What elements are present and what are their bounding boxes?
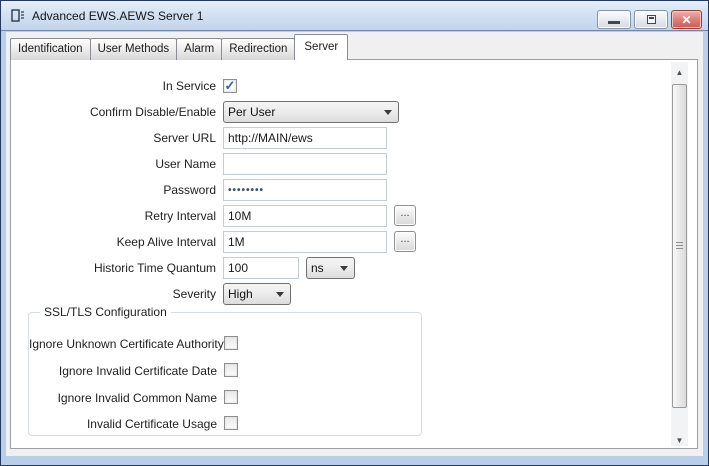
arrow-up-icon: ▲ <box>676 68 684 77</box>
keep-alive-interval-browse-button[interactable]: ... <box>394 231 416 252</box>
ignore-invalid-common-name-checkbox[interactable] <box>224 390 238 404</box>
arrow-down-icon: ▼ <box>676 436 684 445</box>
ignore-unknown-certificate-authority-checkbox[interactable] <box>224 336 238 350</box>
row-invalid-certificate-usage: Invalid Certificate Usage <box>29 416 421 432</box>
row-confirm-disable-enable: Confirm Disable/Enable Per User <box>11 101 697 123</box>
scrollbar-thumb[interactable] <box>672 84 687 408</box>
invalid-certificate-usage-label: Invalid Certificate Usage <box>29 416 217 432</box>
row-ignore-invalid-common-name: Ignore Invalid Common Name <box>29 390 421 406</box>
historic-time-quantum-input[interactable] <box>223 257 299 279</box>
severity-label: Severity <box>11 283 216 305</box>
app-icon <box>10 8 26 24</box>
ignore-unknown-certificate-authority-label: Ignore Unknown Certificate Authority <box>29 336 217 352</box>
row-ignore-unknown-certificate-authority: Ignore Unknown Certificate Authority <box>29 336 421 352</box>
in-service-label: In Service <box>11 78 216 94</box>
tab-alarm[interactable]: Alarm <box>176 38 222 60</box>
restore-icon <box>647 15 656 24</box>
check-icon: ✓ <box>225 79 236 92</box>
invalid-certificate-usage-checkbox[interactable] <box>224 416 238 430</box>
historic-time-quantum-unit-value: ns <box>311 261 324 275</box>
password-label: Password <box>11 179 216 201</box>
minimize-button[interactable] <box>597 10 631 29</box>
close-icon: ✕ <box>681 13 691 27</box>
row-historic-time-quantum: Historic Time Quantum ns <box>11 257 697 279</box>
row-keep-alive-interval: Keep Alive Interval ... <box>11 231 697 253</box>
retry-interval-browse-button[interactable]: ... <box>394 205 416 226</box>
row-server-url: Server URL <box>11 127 697 149</box>
keep-alive-interval-input[interactable] <box>223 231 387 253</box>
historic-time-quantum-label: Historic Time Quantum <box>11 257 216 279</box>
user-name-label: User Name <box>11 153 216 175</box>
password-input[interactable] <box>223 179 387 201</box>
ignore-invalid-certificate-date-checkbox[interactable] <box>224 363 238 377</box>
confirm-disable-enable-value: Per User <box>228 105 275 119</box>
ignore-invalid-common-name-label: Ignore Invalid Common Name <box>29 390 217 406</box>
dialog-window: Advanced EWS.AEWS Server 1 ✕ Identificat… <box>0 0 709 466</box>
tab-redirection[interactable]: Redirection <box>221 38 295 60</box>
in-service-checkbox[interactable]: ✓ <box>223 79 237 93</box>
chevron-down-icon <box>384 110 392 115</box>
restore-button[interactable] <box>634 10 668 29</box>
confirm-disable-enable-select[interactable]: Per User <box>223 101 399 123</box>
retry-interval-label: Retry Interval <box>11 205 216 227</box>
row-retry-interval: Retry Interval ... <box>11 205 697 227</box>
ssl-tls-group-title: SSL/TLS Configuration <box>40 305 171 319</box>
server-url-label: Server URL <box>11 127 216 149</box>
tab-user-methods[interactable]: User Methods <box>90 38 178 60</box>
confirm-disable-enable-label: Confirm Disable/Enable <box>11 101 216 123</box>
server-url-input[interactable] <box>223 127 387 149</box>
row-in-service: In Service ✓ <box>11 78 697 94</box>
row-password: Password <box>11 179 697 201</box>
minimize-icon <box>608 21 620 24</box>
tab-server[interactable]: Server <box>294 34 348 60</box>
severity-value: High <box>228 287 253 301</box>
keep-alive-interval-label: Keep Alive Interval <box>11 231 216 253</box>
user-name-input[interactable] <box>223 153 387 175</box>
client-area: Identification User Methods Alarm Redire… <box>6 32 703 456</box>
row-ignore-invalid-certificate-date: Ignore Invalid Certificate Date <box>29 363 421 379</box>
close-button[interactable]: ✕ <box>671 10 702 29</box>
tab-page-server: In Service ✓ Confirm Disable/Enable Per … <box>10 59 698 449</box>
tab-identification[interactable]: Identification <box>10 38 91 60</box>
chevron-down-icon <box>340 266 348 271</box>
severity-select[interactable]: High <box>223 283 291 305</box>
chevron-down-icon <box>276 292 284 297</box>
retry-interval-input[interactable] <box>223 205 387 227</box>
scroll-down-button[interactable]: ▼ <box>671 430 688 446</box>
title-bar[interactable]: Advanced EWS.AEWS Server 1 ✕ <box>1 1 708 31</box>
ignore-invalid-certificate-date-label: Ignore Invalid Certificate Date <box>29 363 217 379</box>
vertical-scrollbar[interactable]: ▲ ▼ <box>671 62 688 446</box>
row-user-name: User Name <box>11 153 697 175</box>
scroll-up-button[interactable]: ▲ <box>671 62 688 78</box>
caption-buttons: ✕ <box>597 10 702 29</box>
ssl-tls-group: SSL/TLS Configuration Ignore Unknown Cer… <box>28 312 422 436</box>
row-severity: Severity High <box>11 283 697 305</box>
tab-strip: Identification User Methods Alarm Redire… <box>10 34 347 60</box>
scrollbar-grip-icon <box>676 242 683 249</box>
historic-time-quantum-unit-select[interactable]: ns <box>306 257 355 279</box>
window-title: Advanced EWS.AEWS Server 1 <box>32 9 203 23</box>
